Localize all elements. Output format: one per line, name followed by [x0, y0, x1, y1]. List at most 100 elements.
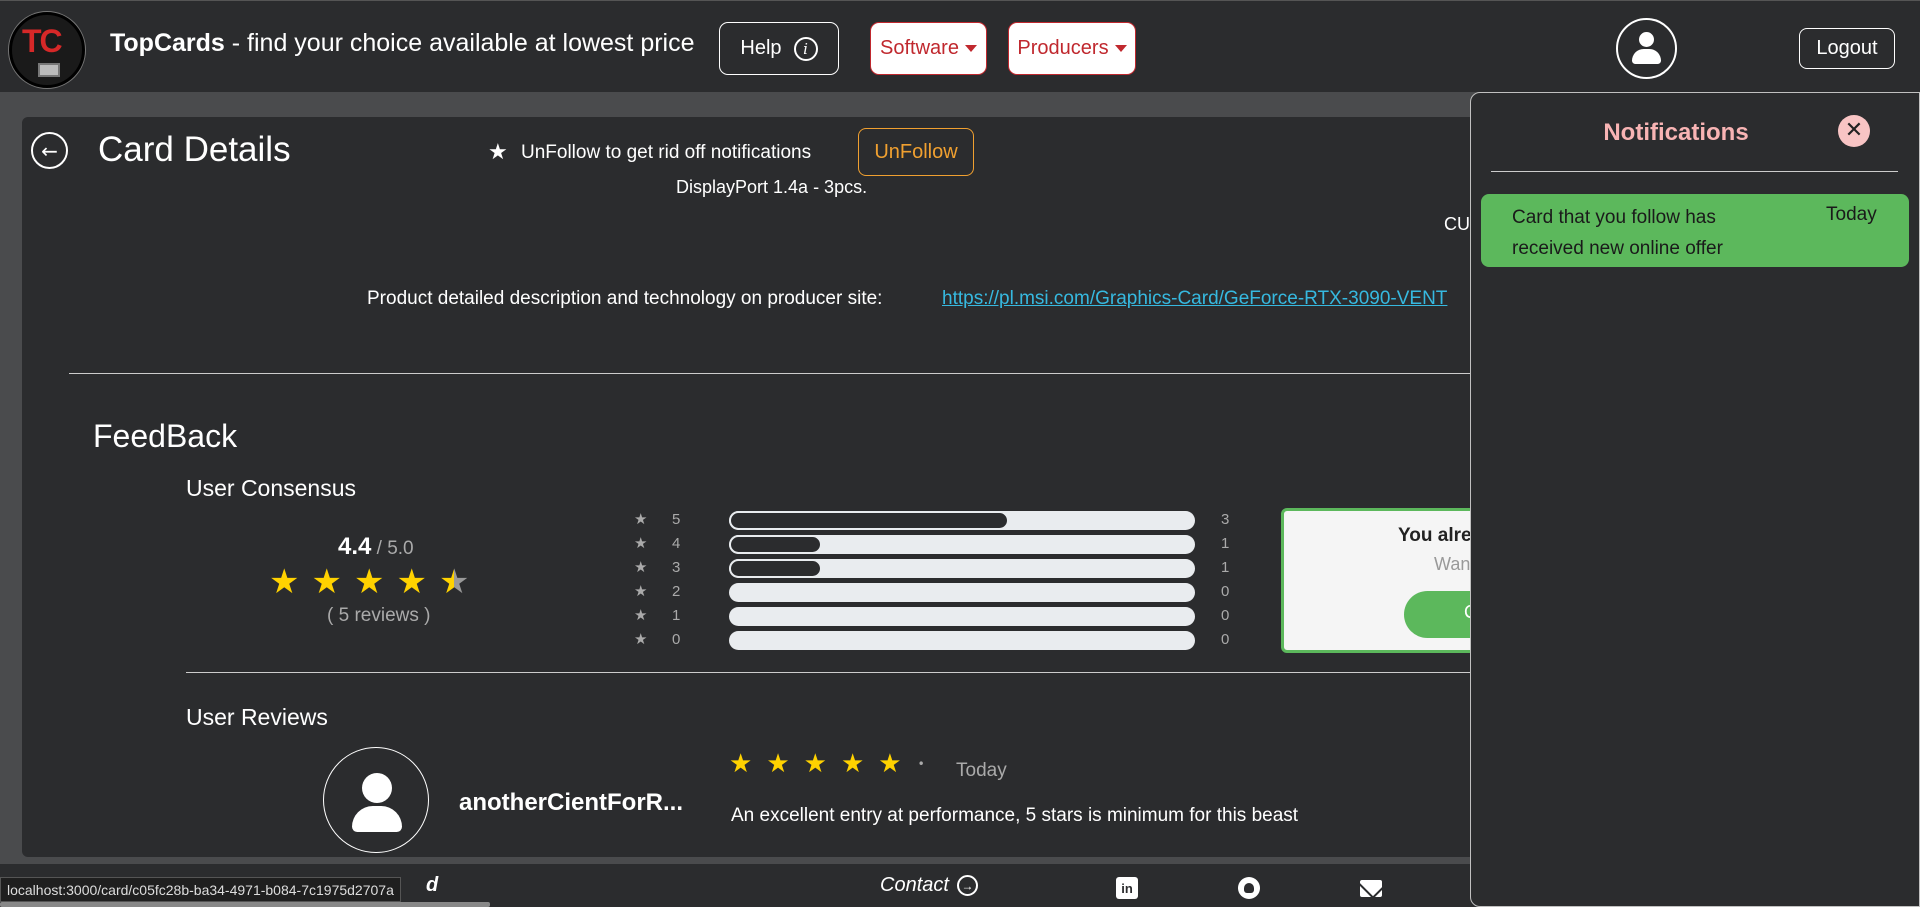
star-icon: ★ — [878, 749, 902, 779]
histogram-star-level: 0 — [672, 631, 681, 648]
notification-time: Today — [1826, 204, 1877, 225]
star-icon: ★ — [269, 562, 300, 602]
logo-text: TC — [22, 23, 63, 59]
horizontal-scrollbar[interactable] — [0, 902, 490, 907]
review-stars: ★ ★ ★ ★ ★ • — [729, 751, 925, 777]
logo[interactable]: TC — [9, 12, 85, 88]
histogram-star-level: 3 — [672, 559, 681, 576]
review-text: An excellent entry at performance, 5 sta… — [731, 805, 1299, 826]
help-label: Help — [740, 37, 782, 59]
producers-dropdown[interactable]: Producers — [1008, 22, 1136, 75]
star-icon: ★ — [766, 749, 790, 779]
histogram-bar — [729, 583, 1195, 602]
brand-title: TopCards - find your choice available at… — [110, 29, 695, 58]
average-stars: ★ ★ ★ ★ ★ — [269, 565, 469, 599]
histogram-bar — [729, 631, 1195, 650]
notification-message: Card that you follow has received new on… — [1512, 207, 1723, 259]
histogram-count: 0 — [1221, 631, 1230, 648]
review-count: ( 5 reviews ) — [327, 605, 431, 626]
star-icon: ★ — [634, 630, 648, 648]
star-icon: ★ — [634, 534, 648, 552]
star-half-icon: ★ — [438, 562, 470, 602]
page-title: Card Details — [98, 130, 291, 169]
linkedin-icon[interactable]: in — [1116, 877, 1138, 899]
notifications-title: Notifications — [1603, 119, 1749, 146]
reviews-title: User Reviews — [186, 704, 328, 730]
star-icon: ★ — [353, 562, 385, 602]
histogram-count: 0 — [1221, 607, 1230, 624]
reviewer-name: anotherCientForR... — [459, 789, 684, 816]
notifications-panel: Notifications ✕ Card that you follow has… — [1470, 92, 1920, 907]
review-date: Today — [956, 760, 1007, 781]
star-icon: ★ — [729, 749, 753, 779]
star-icon: ★ — [396, 562, 427, 602]
histogram-bar — [729, 559, 1195, 578]
star-icon: ★ — [634, 606, 648, 624]
status-bar-url: localhost:3000/card/c05fc28b-ba34-4971-b… — [0, 877, 401, 902]
contact-label: Contact — [880, 874, 949, 896]
contact-link[interactable]: Contact → — [880, 874, 978, 897]
footer-text: d — [426, 874, 439, 896]
unfollow-button[interactable]: UnFollow — [858, 128, 974, 176]
consensus-title: User Consensus — [186, 475, 357, 501]
star-icon: ★ — [634, 582, 648, 600]
histogram-star-level: 2 — [672, 583, 681, 600]
caret-down-icon — [964, 45, 977, 52]
producer-link[interactable]: https://pl.msi.com/Graphics-Card/GeForce… — [942, 288, 1447, 310]
histogram-count: 1 — [1221, 535, 1230, 552]
histogram-row: ★ 2 0 — [634, 582, 1234, 604]
software-label: Software — [880, 37, 959, 59]
logout-button[interactable]: Logout — [1799, 28, 1895, 69]
star-icon: ★ — [803, 749, 827, 779]
info-icon: i — [793, 36, 818, 61]
back-arrow-icon[interactable]: ← — [31, 132, 68, 169]
divider — [69, 373, 1522, 374]
already-title: You alre — [1398, 525, 1472, 546]
already-subtitle: Wan — [1434, 554, 1471, 574]
score-value: 4.4 — [338, 533, 372, 560]
github-icon[interactable] — [1238, 877, 1260, 899]
star-icon: ★ — [488, 140, 508, 165]
user-icon-body — [352, 806, 402, 832]
divider — [1491, 171, 1898, 172]
histogram-star-level: 4 — [672, 535, 681, 552]
help-button[interactable]: Help i — [719, 22, 839, 75]
histogram-bar — [729, 511, 1195, 530]
user-avatar-button[interactable] — [1616, 18, 1677, 79]
card-details-panel: ← Card Details ★ UnFollow to get rid off… — [22, 117, 1522, 857]
histogram-bar — [729, 607, 1195, 626]
navbar: TC TopCards - find your choice available… — [0, 0, 1920, 92]
histogram-row: ★ 1 0 — [634, 606, 1234, 628]
histogram-count: 0 — [1221, 583, 1230, 600]
brand-name: TopCards — [110, 29, 225, 57]
rating-score: 4.4 / 5.0 — [338, 533, 414, 561]
brand-tagline: - find your choice available at lowest p… — [224, 29, 695, 57]
histogram-count: 1 — [1221, 559, 1230, 576]
histogram-bar-fill — [729, 511, 1009, 530]
description-label: Product detailed description and technol… — [367, 288, 883, 309]
user-icon — [1639, 32, 1654, 47]
reviewer-avatar — [323, 747, 429, 853]
user-icon — [362, 773, 392, 803]
histogram-bar-fill — [729, 535, 823, 554]
software-dropdown[interactable]: Software — [870, 22, 987, 75]
spec-cut-text: CU — [1444, 214, 1470, 234]
histogram-count: 3 — [1221, 511, 1230, 528]
close-icon[interactable]: ✕ — [1838, 115, 1870, 147]
notification-item[interactable]: Card that you follow has received new on… — [1481, 194, 1909, 267]
user-icon-body — [1632, 49, 1661, 64]
histogram-row: ★ 5 3 — [634, 510, 1234, 532]
mail-icon[interactable] — [1360, 880, 1382, 897]
caret-down-icon — [1114, 45, 1127, 52]
histogram-row: ★ 4 1 — [634, 534, 1234, 556]
unfollow-hint: UnFollow to get rid off notifications — [521, 142, 812, 163]
star-icon: ★ — [311, 562, 342, 602]
separator-dot: • — [917, 757, 925, 771]
score-max: / 5.0 — [371, 538, 414, 559]
histogram-star-level: 5 — [672, 511, 681, 528]
arrow-right-icon: → — [956, 875, 978, 896]
star-icon: ★ — [634, 510, 648, 528]
histogram-row: ★ 0 0 — [634, 630, 1234, 652]
histogram-bar-fill — [729, 559, 823, 578]
divider — [186, 672, 1522, 673]
